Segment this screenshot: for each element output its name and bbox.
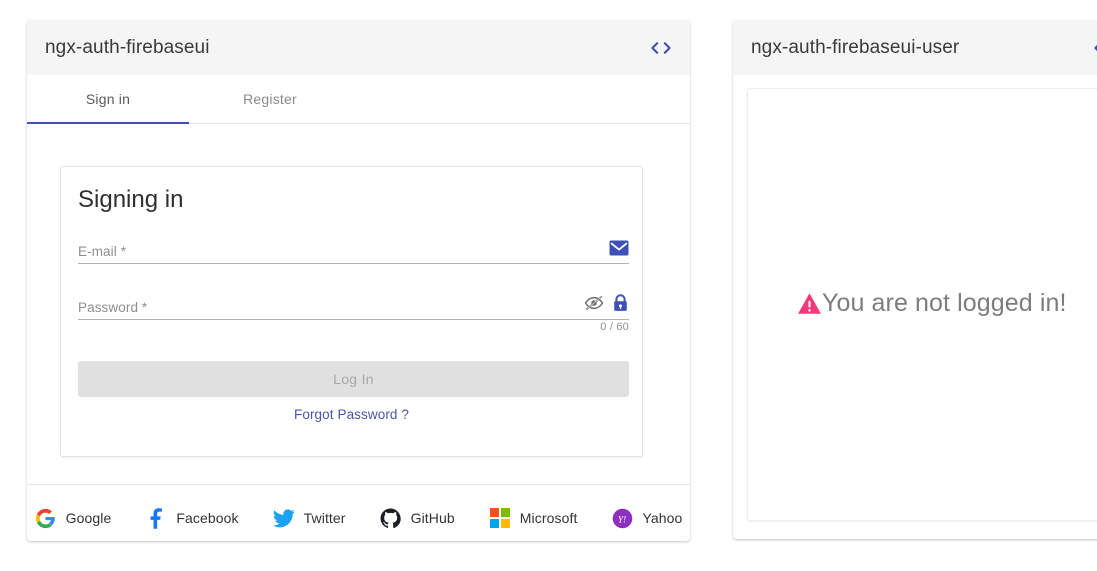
- auth-card-header: ngx-auth-firebaseui: [27, 20, 690, 75]
- provider-microsoft-label: Microsoft: [520, 510, 578, 526]
- code-icon[interactable]: [1093, 40, 1097, 56]
- provider-facebook-label: Facebook: [176, 510, 238, 526]
- warning-triangle-icon: [797, 292, 822, 315]
- log-in-button[interactable]: Log In: [78, 361, 629, 397]
- provider-yahoo-label: Yahoo: [642, 510, 682, 526]
- microsoft-icon: [489, 507, 511, 529]
- email-label: E-mail *: [78, 244, 126, 263]
- eye-off-icon[interactable]: [584, 295, 604, 316]
- sign-in-form-card: Signing in E-mail *: [60, 166, 643, 457]
- social-providers: Google Facebook Twitter: [27, 495, 690, 541]
- github-icon: [380, 507, 402, 529]
- code-icon[interactable]: [650, 40, 672, 56]
- email-input-line[interactable]: E-mail *: [78, 237, 629, 264]
- providers-divider: [27, 484, 690, 485]
- facebook-icon: [145, 507, 167, 529]
- provider-twitter[interactable]: Twitter: [273, 507, 346, 529]
- tab-sign-in[interactable]: Sign in: [27, 75, 189, 123]
- password-input-line[interactable]: Password *: [78, 293, 629, 320]
- provider-twitter-label: Twitter: [304, 510, 346, 526]
- auth-tabs: Sign in Register: [27, 75, 690, 124]
- email-field: E-mail *: [78, 237, 629, 264]
- app-root: ngx-auth-firebaseui Sign in Register Sig…: [0, 0, 1097, 571]
- password-field: Password *: [78, 293, 629, 320]
- tab-sign-in-label: Sign in: [86, 91, 130, 107]
- provider-github-label: GitHub: [411, 510, 455, 526]
- form-title: Signing in: [78, 186, 183, 214]
- tab-register[interactable]: Register: [189, 75, 351, 123]
- auth-card-title: ngx-auth-firebaseui: [45, 37, 210, 59]
- provider-microsoft[interactable]: Microsoft: [489, 507, 578, 529]
- forgot-password-link[interactable]: Forgot Password ?: [61, 407, 642, 422]
- tab-register-label: Register: [243, 91, 297, 107]
- provider-google[interactable]: Google: [35, 507, 112, 529]
- provider-yahoo[interactable]: Y! Yahoo: [611, 507, 682, 529]
- lock-icon: [612, 294, 629, 317]
- provider-google-label: Google: [66, 510, 112, 526]
- twitter-icon: [273, 507, 295, 529]
- svg-text:Y!: Y!: [618, 514, 627, 525]
- google-icon: [35, 507, 57, 529]
- auth-card: ngx-auth-firebaseui Sign in Register Sig…: [27, 20, 690, 541]
- not-logged-in-status: You are not logged in!: [748, 289, 1097, 318]
- user-content-card: You are not logged in!: [747, 88, 1097, 521]
- email-icon: [609, 240, 629, 261]
- user-card: ngx-auth-firebaseui-user You are not log…: [733, 20, 1097, 539]
- user-card-header: ngx-auth-firebaseui-user: [733, 20, 1097, 75]
- not-logged-in-message: You are not logged in!: [822, 289, 1067, 318]
- password-counter: 0 / 60: [600, 321, 629, 333]
- provider-facebook[interactable]: Facebook: [145, 507, 238, 529]
- password-label: Password *: [78, 300, 147, 319]
- email-field-icons: [609, 240, 629, 261]
- provider-github[interactable]: GitHub: [380, 507, 455, 529]
- yahoo-icon: Y!: [611, 507, 633, 529]
- user-card-title: ngx-auth-firebaseui-user: [751, 37, 959, 59]
- password-field-icons: [584, 294, 629, 317]
